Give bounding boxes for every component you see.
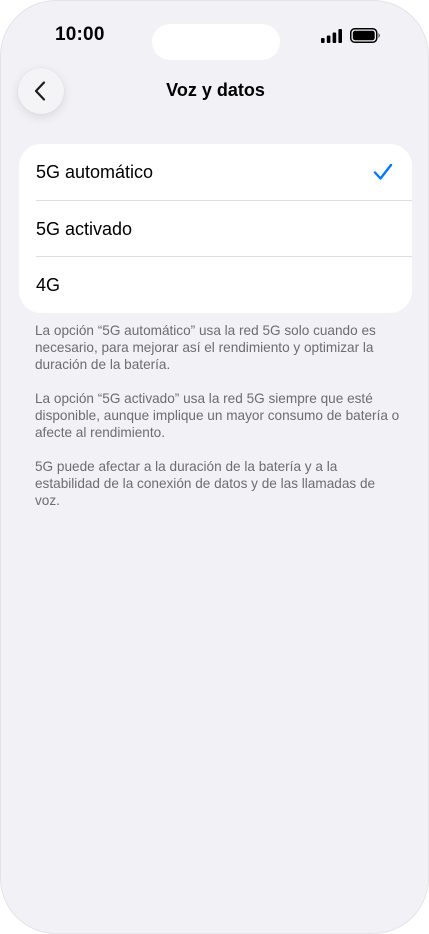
footnotes: La opción “5G automático” usa la red 5G … [35, 322, 401, 526]
footnote-5g-on: La opción “5G activado” usa la red 5G si… [35, 391, 400, 440]
option-label: 5G activado [36, 219, 133, 239]
option-4g[interactable]: 4G [19, 257, 412, 313]
dynamic-island [152, 24, 280, 60]
option-5g-auto[interactable]: 5G automático [19, 144, 412, 200]
phone-screen: 10:00 Voz y datos 5G automático 5G activ… [0, 0, 429, 934]
checkmark-icon [373, 163, 393, 180]
footnote-5g-battery: 5G puede afectar a la duración de la bat… [35, 459, 376, 508]
status-time: 10:00 [55, 24, 105, 45]
page-title: Voz y datos [166, 80, 265, 100]
footnote-5g-auto: La opción “5G automático” usa la red 5G … [35, 323, 376, 372]
navigation-bar: Voz y datos [1, 67, 428, 115]
option-label: 5G automático [36, 162, 154, 182]
option-5g-on[interactable]: 5G activado [19, 201, 412, 257]
signal-icon [321, 29, 342, 43]
status-bar: 10:00 [1, 1, 428, 71]
network-options-list: 5G automático 5G activado 4G [19, 144, 412, 313]
battery-icon [350, 28, 380, 43]
option-label: 4G [36, 275, 61, 295]
